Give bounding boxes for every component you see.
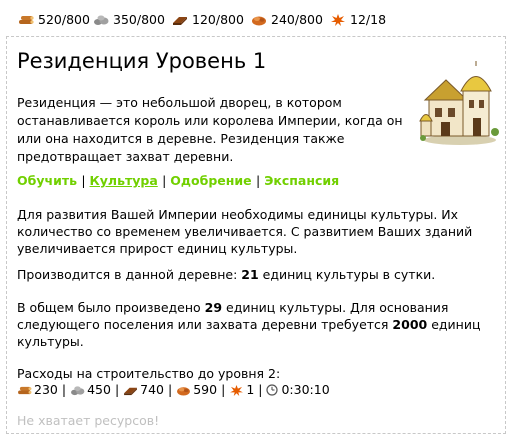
wood-icon — [18, 386, 32, 394]
clay-amount: 350/800 — [113, 12, 165, 27]
iron-icon — [173, 17, 187, 25]
tab-loyalty[interactable]: Одобрение — [170, 173, 251, 188]
wood-amount: 520/800 — [38, 12, 90, 27]
residence-building-image — [419, 61, 499, 145]
culture-production: Производится в данной деревне: 21 единиц… — [17, 266, 497, 283]
resource-bar: 520/800 350/800 120/800 240/800 12/18 — [0, 0, 512, 38]
tab-culture[interactable]: Культура — [90, 173, 158, 188]
resource-crop: 240/800 — [251, 13, 323, 27]
crop-consumption-icon — [331, 14, 345, 26]
tab-separator: | — [256, 173, 265, 188]
wood-icon — [19, 16, 34, 24]
crop-consumption-amount: 12/18 — [350, 12, 387, 27]
crop-consumption-icon — [230, 384, 244, 396]
cost-separator: | — [258, 382, 263, 397]
culture-production-prefix: Производится в данной деревне: — [17, 267, 242, 282]
cost-crop: 590 — [193, 382, 218, 397]
upgrade-cost-label: Расходы на строительство до уровня 2: — [17, 366, 281, 381]
not-enough-resources-text: Не хватает ресурсов! — [17, 413, 160, 428]
resource-wood: 520/800 — [18, 13, 90, 27]
cost-separator: | — [114, 382, 120, 397]
tab-train[interactable]: Обучить — [17, 173, 77, 188]
cost-clay: 450 — [87, 382, 111, 397]
crop-amount: 240/800 — [271, 12, 323, 27]
building-tabs: Обучить | Культура | Одобрение | Экспанс… — [17, 172, 339, 190]
cost-separator: | — [61, 382, 67, 397]
resource-crop-consumption: 12/18 — [330, 13, 386, 27]
upgrade-cost-line: 230 | 450 | 740 | 590 | 1 | 0:30:10 — [17, 382, 330, 398]
cost-separator: | — [221, 382, 226, 397]
resource-iron: 120/800 — [172, 13, 244, 27]
culture-total-value: 29 — [204, 300, 223, 315]
culture-total-prefix: В общем было произведено — [17, 300, 205, 315]
culture-info: Для развития Вашей Империи необходимы ед… — [17, 207, 473, 256]
crop-icon — [252, 16, 266, 26]
cost-time: 0:30:10 — [281, 382, 330, 397]
cost-crop-consumption: 1 — [246, 382, 255, 397]
cost-iron: 740 — [140, 382, 165, 397]
clock-icon — [266, 384, 279, 396]
tab-expansion[interactable]: Экспансия — [264, 173, 339, 188]
culture-required-value: 2000 — [392, 317, 428, 332]
culture-production-suffix: единиц культуры в сутки. — [258, 267, 436, 282]
culture-production-value: 21 — [241, 267, 259, 282]
iron-amount: 120/800 — [192, 12, 244, 27]
tab-separator: | — [81, 173, 90, 188]
iron-icon — [124, 387, 138, 395]
crop-icon — [177, 386, 191, 396]
page-title: Резиденция Уровень 1 — [17, 49, 267, 73]
cost-separator: | — [168, 382, 173, 397]
cost-wood: 230 — [34, 382, 58, 397]
building-description: Резиденция — это небольшой дворец, в кот… — [17, 95, 403, 164]
resource-clay: 350/800 — [93, 13, 165, 27]
clay-icon — [71, 385, 85, 395]
culture-total: В общем было произведено 29 единиц культ… — [17, 299, 497, 350]
clay-icon — [94, 15, 109, 25]
